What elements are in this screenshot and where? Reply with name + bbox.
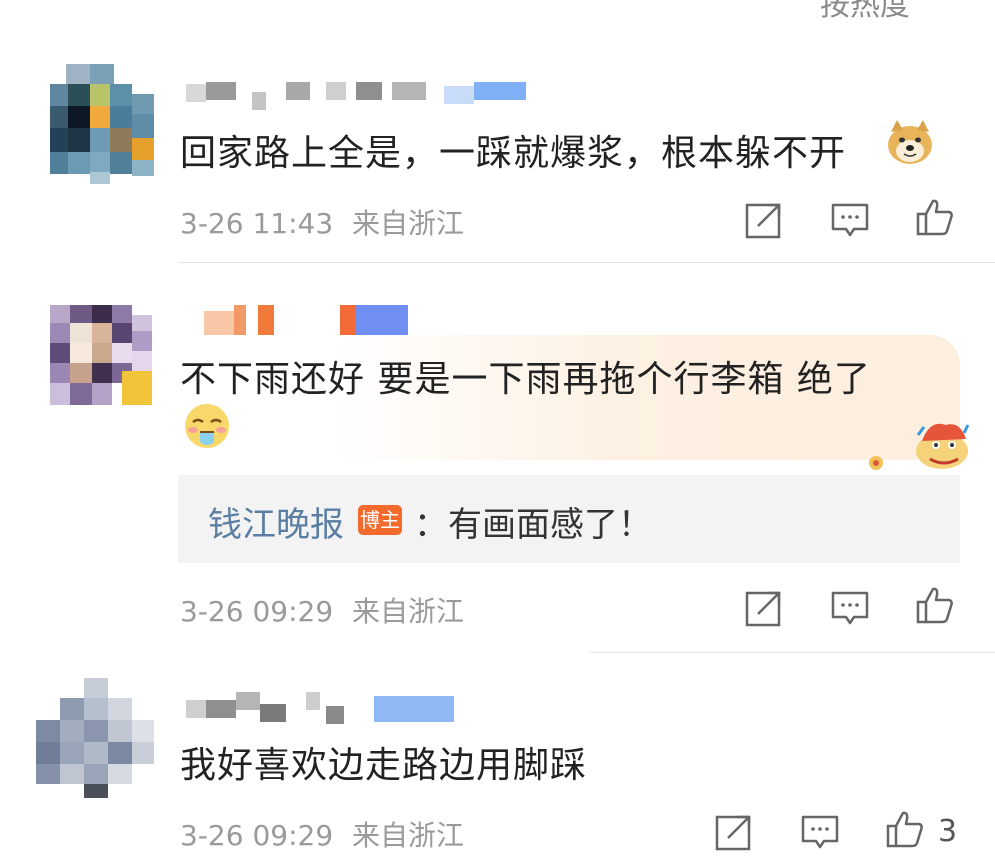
like-icon[interactable] [885,809,925,849]
comment-text: 我好喜欢边走路边用脚踩 [180,745,588,786]
drooling-face-emoji [183,402,231,450]
username-blurred[interactable] [204,305,414,335]
divider [590,652,995,653]
comment-time: 3-26 09:29 [180,595,334,628]
comment-time: 3-26 11:43 [180,207,334,240]
doge-emoji [885,118,935,166]
share-icon[interactable] [714,812,754,852]
author-reply-box[interactable]: 钱江晚报 博主 ：有画面感了！ [178,475,960,563]
reply-text: ：有画面感了！ [414,505,652,545]
lion-dance-decoration [860,415,970,473]
comment-time: 3-26 09:29 [180,819,334,852]
blogger-badge: 博主 [358,505,402,535]
avatar[interactable] [50,64,154,184]
share-icon[interactable] [744,200,784,240]
comment-meta: 3-26 09:29 来自浙江 [180,814,464,854]
like-icon[interactable] [915,197,955,237]
avatar[interactable] [36,678,154,798]
like-icon[interactable] [915,585,955,625]
divider [178,262,995,263]
comment-icon[interactable] [830,588,870,628]
comment-meta: 3-26 09:29 来自浙江 [180,590,464,630]
username-blurred[interactable] [186,82,536,110]
comment-location: 来自浙江 [352,207,465,240]
comment-location: 来自浙江 [352,819,465,852]
comment-meta: 3-26 11:43 来自浙江 [180,202,464,242]
comment-text: 不下雨还好 要是一下雨再拖个行李箱 绝了 [180,359,871,400]
like-count: 3 [938,814,958,849]
avatar[interactable] [50,305,154,405]
comment-location: 来自浙江 [352,595,465,628]
sort-by-heat-label[interactable]: 按热度 [820,0,910,24]
comment-text: 回家路上全是，一踩就爆浆，根本躲不开 [180,133,847,174]
comment-icon[interactable] [830,200,870,240]
comment-icon[interactable] [800,812,840,852]
share-icon[interactable] [744,588,784,628]
reply-author[interactable]: 钱江晚报 [208,497,344,546]
username-blurred[interactable] [186,692,466,726]
